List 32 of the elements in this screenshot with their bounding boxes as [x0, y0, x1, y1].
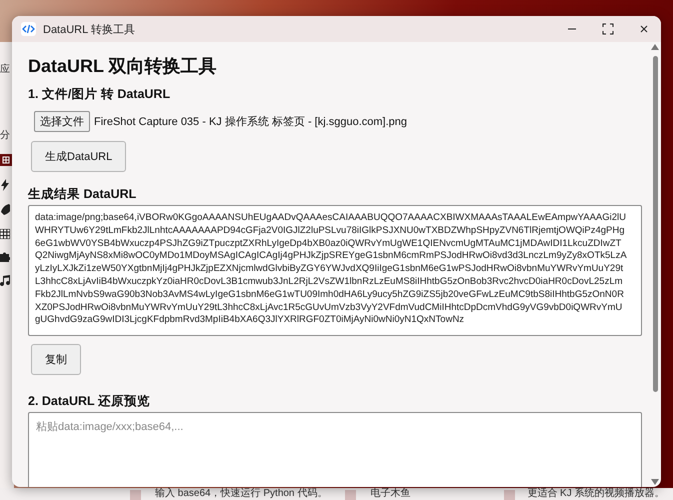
table-icon[interactable]	[0, 229, 10, 239]
maximize-icon	[602, 23, 614, 35]
result-text-area[interactable]: data:image/png;base64,iVBORw0KGgoAAAANSUhEUgAADvQAAAesCAIAAABUQQO7AAAACXBIWXMAAAsTAAALEwEAmpwYAAAGi2lUWHRYTUw6Y29tLmFkb2JlLnhtcAAAAAAAPD94cGFja2V0IGJlZ2luPSLvu78iIGlkPSJXNU0wTXBDZWhpSHpyZVN6TlRjemtjOWQiPz4gPHg6eG1wbWV0YSB4bWxuczp4PSJhZG9iZTpuczptZXRhLyIgeDp4bXB0az0iQWRvYmUgWE1QIENvcmUgMTAuMC1jMDAwIDI1LkcuZDIwZTQ2NiwgMjAyNS8xMi8wOC0yMDo1MDoyMSAgICAgICAgIj4gPHJkZjpSREYgeG1sbnM6cmRmPSJodHRwOi8vd3d3LnczLm9yZy8xOTk5LzAyLzIyLXJkZi1zeW50YXgtbnMjIj4gPHJkZjpEZXNjcmlwdGlvbiByZGY6YWJvdXQ9IiIgeG1sbnM6eG1wPSJodHRwOi8vbnMuYWRvYmUuY29tL3hhcC8xLjAvIiB4bWxuczpkYz0iaHR0cDovL3B1cmwub3JnL2RjL2VsZW1lbnRzLzEuMS8iIHhtbG5zOnBob3Rvc2hvcD0iaHR0cDovL25zLmFkb2JlLmNvbS9waG90b3Nob3AvMS4wLyIgeG1sbnM6eG1wTU09Imh0dHA6Ly9ucy5hZG9iZS5jb20veGFwLzEuMC9tbS8iIHhtbG5zOnN0RXZ0PSJodHRwOi8vbnMuYWRvYmUuY29tL3hhcC8xLjAvc1R5cGUvUmVzb3VyY2VFdmVudCMiIHhtcDpDcmVhdG9yVG9vbD0iQWRvYmUgUGhvdG9zaG9wIDI3LjcgKFdpbmRvd3MpIiB4bXA6Q3JlYXRlRGF0ZT0iMjAyNi0wNi0yN1QxNTowNz	[28, 205, 642, 336]
app-thumbnail	[130, 490, 141, 500]
app-thumbnail	[504, 490, 516, 500]
music-icon[interactable]	[0, 275, 10, 286]
generate-button[interactable]: 生成DataURL	[31, 141, 126, 172]
close-icon	[639, 24, 649, 34]
code-icon	[21, 22, 36, 36]
page-heading: DataURL 双向转换工具	[28, 55, 217, 78]
app-description: 更适合 KJ 系统的视频播放器。	[527, 488, 665, 500]
app-description: 输入 base64，快速运行 Python 代码。	[155, 488, 328, 500]
choose-file-button[interactable]: 选择文件	[34, 111, 90, 132]
puzzle-icon[interactable]	[0, 252, 10, 262]
section-title: 2. DataURL 还原预览	[28, 393, 150, 410]
scroll-up-icon[interactable]	[651, 44, 659, 50]
grid-icon[interactable]	[0, 154, 12, 166]
minimize-icon	[567, 28, 577, 30]
section-title: 生成结果 DataURL	[28, 186, 136, 203]
scroll-down-icon[interactable]	[651, 479, 659, 485]
sidebar-label: 分	[0, 129, 11, 142]
scroll-thumb[interactable]	[652, 56, 658, 392]
app-thumbnail	[345, 490, 356, 500]
file-name: FireShot Capture 035 - KJ 操作系统 标签页 - [kj.sgguo.com].png	[94, 114, 408, 129]
scrollbar[interactable]	[649, 42, 661, 487]
window-title: DataURL 转换工具	[43, 22, 136, 36]
dataurl-input-field[interactable]: 粘贴data:image/xxx;base64,...	[28, 412, 642, 487]
sidebar-label: 应	[0, 62, 11, 76]
lightning-icon[interactable]	[0, 179, 10, 191]
section-title: 1. 文件/图片 转 DataURL	[28, 86, 170, 103]
app-description: 电子木鱼	[370, 488, 410, 500]
copy-button[interactable]: 复制	[31, 344, 81, 375]
